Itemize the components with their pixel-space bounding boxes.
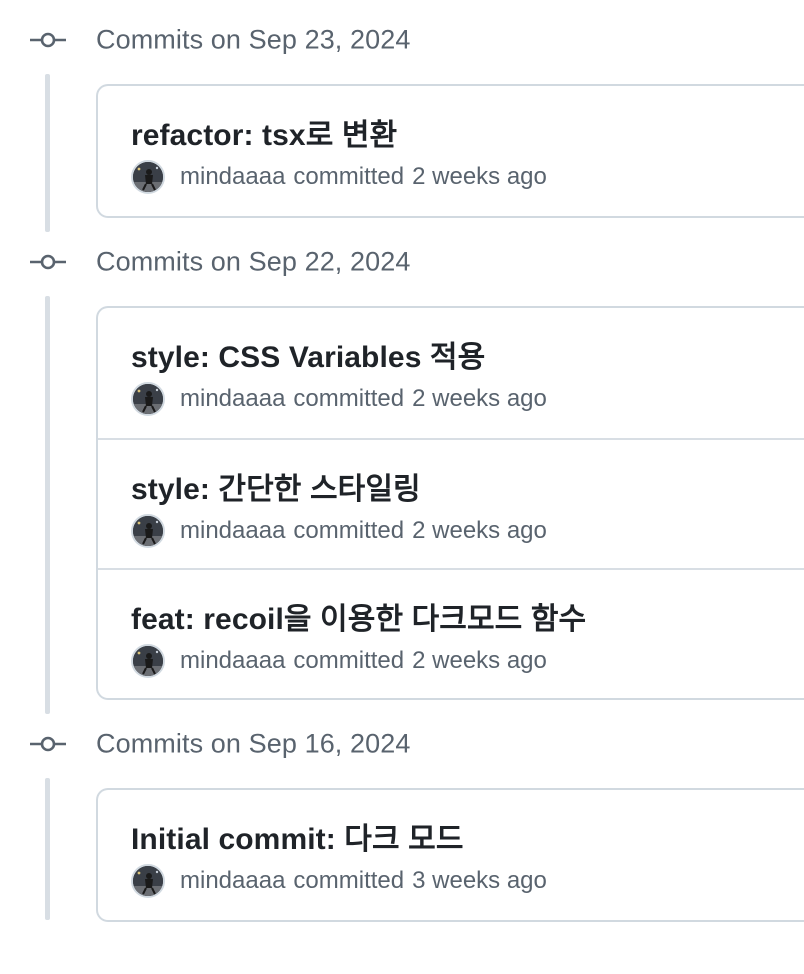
commit-group-date: Commits on Sep 23, 2024: [96, 24, 411, 55]
commit-row[interactable]: refactor: tsx로 변환 mindaaaa committed 2 w…: [98, 86, 804, 216]
commit-group-header: Commits on Sep 23, 2024: [0, 20, 804, 60]
timeline-rail: [45, 778, 50, 920]
commit-message-link[interactable]: Initial commit: 다크 모드: [131, 814, 464, 858]
commit-message-link[interactable]: feat: recoil을 이용한 다크모드 함수: [131, 594, 586, 638]
commit-list: style: CSS Variables 적용 mindaaaa committ…: [96, 306, 804, 700]
commit-message-link[interactable]: style: 간단한 스타일링: [131, 464, 421, 508]
commit-meta: mindaaaa committed 2 weeks ago: [131, 159, 547, 195]
timeline-rail: [45, 74, 50, 232]
commit-relative-time: 2 weeks ago: [412, 385, 547, 412]
commit-row[interactable]: style: CSS Variables 적용 mindaaaa committ…: [98, 308, 804, 438]
commit-meta: mindaaaa committed 2 weeks ago: [131, 643, 547, 679]
commit-meta: mindaaaa committed 2 weeks ago: [131, 381, 547, 417]
user-avatar[interactable]: [131, 382, 165, 416]
commit-timeline: Commits on Sep 23, 2024 refactor: tsx로 변…: [0, 0, 804, 974]
commit-relative-time: 3 weeks ago: [412, 867, 547, 894]
user-avatar[interactable]: [131, 514, 165, 548]
commit-author-link[interactable]: mindaaaa: [180, 647, 285, 675]
commit-action: committed: [293, 867, 405, 894]
commit-relative-time: 2 weeks ago: [412, 517, 547, 544]
commit-author-link[interactable]: mindaaaa: [180, 867, 285, 895]
commit-author-link[interactable]: mindaaaa: [180, 163, 285, 191]
commit-message-link[interactable]: style: CSS Variables 적용: [131, 332, 485, 376]
user-avatar[interactable]: [131, 864, 165, 898]
commit-list: Initial commit: 다크 모드 mindaaaa committed…: [96, 788, 804, 922]
commit-author-link[interactable]: mindaaaa: [180, 517, 285, 545]
user-avatar[interactable]: [131, 160, 165, 194]
commit-action: committed: [293, 517, 405, 544]
commit-group-header: Commits on Sep 16, 2024: [0, 724, 804, 764]
git-commit-icon: [30, 32, 66, 48]
git-commit-icon: [30, 736, 66, 752]
commit-row[interactable]: feat: recoil을 이용한 다크모드 함수 mindaaaa commi…: [98, 568, 804, 698]
commit-meta: mindaaaa committed 2 weeks ago: [131, 513, 547, 549]
commit-relative-time: 2 weeks ago: [412, 163, 547, 190]
commit-row[interactable]: Initial commit: 다크 모드 mindaaaa committed…: [98, 790, 804, 920]
timeline-rail: [45, 296, 50, 714]
commit-group-header: Commits on Sep 22, 2024: [0, 242, 804, 282]
commit-group-date: Commits on Sep 22, 2024: [96, 246, 411, 277]
commit-action: committed: [293, 163, 405, 190]
commit-author-link[interactable]: mindaaaa: [180, 385, 285, 413]
commit-meta: mindaaaa committed 3 weeks ago: [131, 863, 547, 899]
commit-action: committed: [293, 647, 405, 674]
commit-group-date: Commits on Sep 16, 2024: [96, 728, 411, 759]
commit-row[interactable]: style: 간단한 스타일링 mindaaaa committed 2 wee…: [98, 438, 804, 568]
commit-list: refactor: tsx로 변환 mindaaaa committed 2 w…: [96, 84, 804, 218]
commit-message-link[interactable]: refactor: tsx로 변환: [131, 110, 397, 154]
commit-action: committed: [293, 385, 405, 412]
git-commit-icon: [30, 254, 66, 270]
commit-relative-time: 2 weeks ago: [412, 647, 547, 674]
user-avatar[interactable]: [131, 644, 165, 678]
